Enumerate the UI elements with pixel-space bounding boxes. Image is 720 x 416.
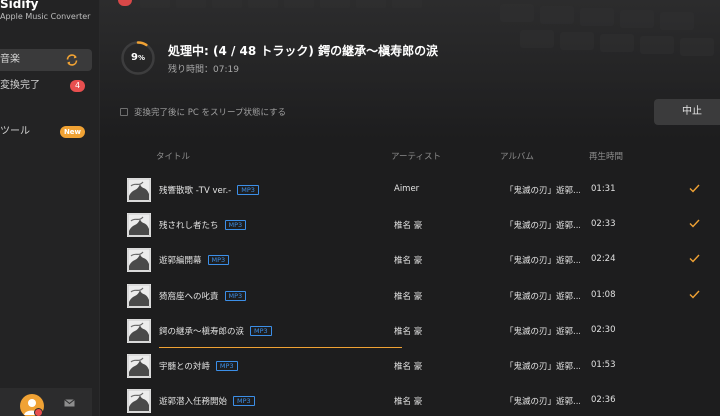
check-icon xyxy=(689,219,700,228)
track-artist: 椎名 豪 xyxy=(394,362,423,372)
album-art xyxy=(127,389,151,413)
track-row[interactable]: 残響散歌 -TV ver.- MP3 Aimer 「鬼滅の刃」遊郭... 01:31 xyxy=(100,173,720,208)
album-art xyxy=(127,319,151,343)
album-art-image xyxy=(127,284,151,308)
track-duration: 01:08 xyxy=(591,290,616,300)
app-subtitle: Apple Music Converter xyxy=(0,12,91,21)
sidebar-item-label: 音楽 xyxy=(0,54,20,65)
track-row[interactable]: 猗窩座への叱責 MP3 椎名 豪 「鬼滅の刃」遊郭... 01:08 xyxy=(100,279,720,314)
track-artist: 椎名 豪 xyxy=(394,292,423,302)
column-header-title[interactable]: タイトル xyxy=(156,150,190,162)
track-title: 宇髄との対峙 MP3 xyxy=(159,360,238,372)
album-art-image xyxy=(127,389,151,413)
sidebar-footer xyxy=(0,388,92,416)
mail-icon[interactable] xyxy=(64,399,75,407)
column-header-album[interactable]: アルバム xyxy=(500,150,534,162)
column-header-duration[interactable]: 再生時間 xyxy=(589,150,623,162)
sidebar-item-label: ツール xyxy=(0,126,30,137)
sidebar-item-music[interactable]: 音楽 xyxy=(0,49,92,71)
track-artist: 椎名 豪 xyxy=(394,327,423,337)
track-row[interactable]: 鍔の継承～槇寿郎の涙 MP3 椎名 豪 「鬼滅の刃」遊郭... 02:30 xyxy=(100,314,720,349)
track-duration: 02:33 xyxy=(591,219,616,229)
sync-icon xyxy=(66,54,78,66)
track-album: 「鬼滅の刃」遊郭... xyxy=(505,362,580,372)
track-album: 「鬼滅の刃」遊郭... xyxy=(505,221,580,231)
track-album: 「鬼滅の刃」遊郭... xyxy=(505,186,580,196)
check-icon xyxy=(689,184,700,193)
remaining-time: 残り時間：07:19 xyxy=(168,65,239,75)
track-duration: 02:24 xyxy=(591,254,616,264)
track-title: 残響散歌 -TV ver.- MP3 xyxy=(159,184,259,196)
track-artist: 椎名 豪 xyxy=(394,256,423,266)
sidebar-item-converted[interactable]: 変換完了 4 xyxy=(0,75,92,97)
album-art-image xyxy=(127,213,151,237)
album-art xyxy=(127,178,151,202)
track-album: 「鬼滅の刃」遊郭... xyxy=(505,397,580,407)
album-art xyxy=(127,248,151,272)
format-tag: MP3 xyxy=(207,255,230,265)
track-duration: 01:31 xyxy=(591,184,616,194)
sidebar: Sidify Apple Music Converter 音楽 変換完了 4 ツ… xyxy=(0,0,100,416)
album-art xyxy=(127,284,151,308)
track-title: 鍔の継承～槇寿郎の涙 MP3 xyxy=(159,325,272,337)
column-header-artist[interactable]: アーティスト xyxy=(391,150,441,162)
track-album: 「鬼滅の刃」遊郭... xyxy=(505,292,580,302)
count-badge: 4 xyxy=(70,80,85,92)
background-keyboard-decoration xyxy=(140,0,714,56)
track-duration: 02:30 xyxy=(591,325,616,335)
processing-title: 処理中: (4 / 48 トラック) 鍔の継承～槇寿郎の涙 xyxy=(168,44,439,58)
album-art-image xyxy=(127,319,151,343)
format-tag: MP3 xyxy=(237,185,259,195)
track-row[interactable]: 残されし者たち MP3 椎名 豪 「鬼滅の刃」遊郭... 02:33 xyxy=(100,208,720,243)
processing-header: 9% 処理中: (4 / 48 トラック) 鍔の継承～槇寿郎の涙 残り時間：07… xyxy=(100,0,720,140)
check-icon xyxy=(689,254,700,263)
track-album: 「鬼滅の刃」遊郭... xyxy=(505,256,580,266)
track-duration: 01:53 xyxy=(591,360,616,370)
new-badge: New xyxy=(60,126,85,138)
app-name: Sidify xyxy=(0,0,39,11)
track-progress-bar xyxy=(159,347,402,348)
main-panel: 9% 処理中: (4 / 48 トラック) 鍔の継承～槇寿郎の涙 残り時間：07… xyxy=(100,0,720,416)
format-tag: MP3 xyxy=(224,220,247,230)
track-album: 「鬼滅の刃」遊郭... xyxy=(505,327,580,337)
sleep-checkbox[interactable] xyxy=(120,108,128,116)
avatar-badge xyxy=(34,408,43,416)
track-title: 猗窩座への叱責 MP3 xyxy=(159,290,247,302)
track-row[interactable]: 遊郭編開幕 MP3 椎名 豪 「鬼滅の刃」遊郭... 02:24 xyxy=(100,243,720,278)
album-art-image xyxy=(127,354,151,378)
format-tag: MP3 xyxy=(233,396,255,406)
track-title: 残されし者たち MP3 xyxy=(159,219,247,231)
progress-percent: 9% xyxy=(131,52,145,63)
track-artist: 椎名 豪 xyxy=(394,397,423,407)
sidebar-item-tools[interactable]: ツール New xyxy=(0,121,92,143)
format-tag: MP3 xyxy=(250,326,272,336)
check-icon xyxy=(689,290,700,299)
album-art xyxy=(127,354,151,378)
stop-button[interactable]: 中止 xyxy=(654,99,720,125)
sleep-option-label: 変換完了後に PC をスリープ状態にする xyxy=(134,108,287,118)
track-title: 遊郭編開幕 MP3 xyxy=(159,254,230,266)
track-duration: 02:36 xyxy=(591,395,616,405)
track-row[interactable]: 宇髄との対峙 MP3 椎名 豪 「鬼滅の刃」遊郭... 01:53 xyxy=(100,349,720,384)
album-art-image xyxy=(127,178,151,202)
format-tag: MP3 xyxy=(215,361,238,371)
sidebar-item-label: 変換完了 xyxy=(0,80,40,91)
album-art-image xyxy=(127,248,151,272)
format-tag: MP3 xyxy=(224,291,247,301)
track-artist: Aimer xyxy=(394,184,420,194)
track-title: 遊郭潜入任務開始 MP3 xyxy=(159,395,255,407)
track-row[interactable]: 遊郭潜入任務開始 MP3 椎名 豪 「鬼滅の刃」遊郭... 02:36 xyxy=(100,384,720,416)
track-artist: 椎名 豪 xyxy=(394,221,423,231)
album-art xyxy=(127,213,151,237)
